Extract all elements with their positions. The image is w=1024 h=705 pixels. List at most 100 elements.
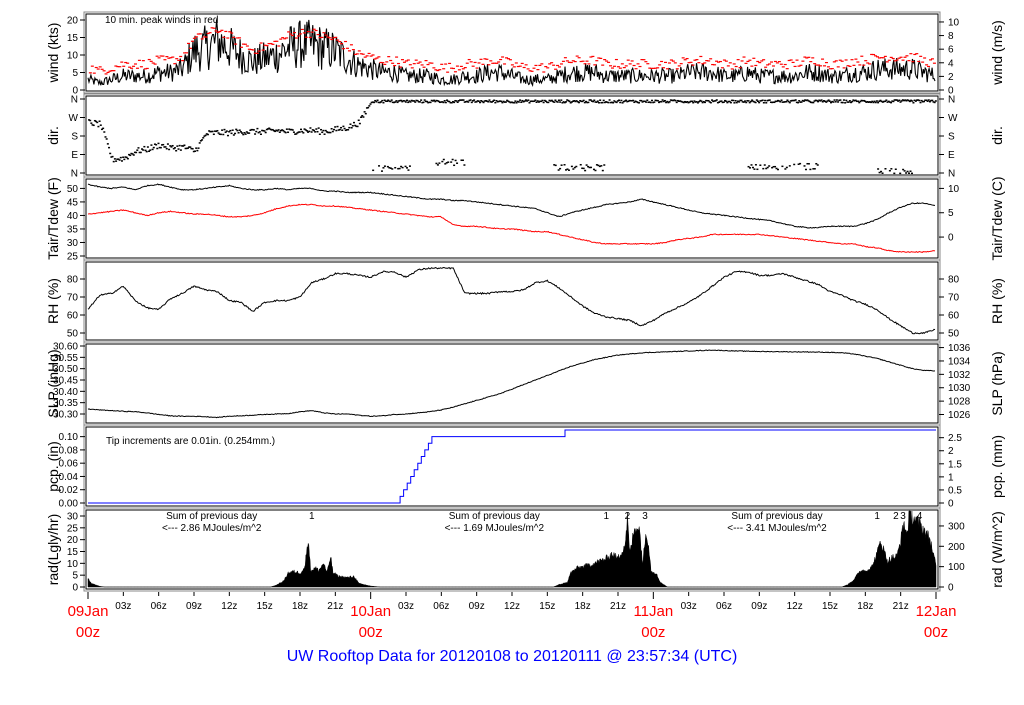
direction-dot bbox=[709, 101, 712, 104]
rh-left-tick-label: 70 bbox=[67, 293, 79, 304]
x-tick-label: 09z bbox=[469, 601, 485, 612]
direction-dot bbox=[226, 134, 229, 137]
x-tick-label: 09z bbox=[751, 601, 767, 612]
rad-right-tick-label: 0 bbox=[948, 583, 954, 594]
direction-dot bbox=[759, 164, 762, 166]
peak-marker-label: 1 bbox=[309, 511, 315, 522]
direction-dot bbox=[885, 99, 888, 101]
direction-dot bbox=[236, 129, 239, 132]
x-tick-label: 21z bbox=[610, 601, 626, 612]
direction-dot bbox=[646, 99, 649, 101]
direction-dot bbox=[159, 146, 162, 149]
direction-dot bbox=[414, 101, 417, 103]
direction-dot bbox=[152, 146, 155, 149]
direction-dot bbox=[602, 99, 605, 102]
direction-dot bbox=[171, 144, 174, 147]
direction-dot bbox=[597, 102, 600, 104]
direction-dot bbox=[364, 112, 367, 115]
direction-dot bbox=[579, 163, 582, 166]
direction-dot bbox=[442, 101, 445, 104]
direction-dot bbox=[663, 99, 666, 102]
direction-dot bbox=[668, 101, 671, 103]
direction-dot bbox=[601, 101, 604, 104]
direction-dot bbox=[143, 145, 146, 148]
direction-dot bbox=[903, 170, 906, 172]
direction-dot bbox=[113, 158, 116, 160]
panel-temp: 25 30 35 40 45 50 0 5 10 Tair/Tdew (F) Tair/Tdew (… bbox=[45, 176, 1005, 262]
pcp-left-tick-label: 0.06 bbox=[59, 459, 79, 470]
panel-rad: 0510152025300100200300rad(Lgly/hr) rad (W… bbox=[45, 507, 1005, 594]
direction-dot bbox=[645, 101, 648, 103]
rad-left-tick-label: 5 bbox=[72, 571, 78, 582]
direction-dot bbox=[732, 99, 735, 102]
pcp-y-axis-label: pcp. (in) bbox=[45, 441, 61, 492]
uw-rooftop-chart: 051015200246810wind (kts) wind (m/s)10 mi… bbox=[45, 11, 1005, 641]
wind-right-tick-label: 6 bbox=[948, 45, 954, 56]
direction-dot bbox=[89, 119, 92, 122]
direction-dot bbox=[725, 100, 728, 102]
direction-dot bbox=[362, 116, 365, 118]
direction-dot bbox=[553, 101, 556, 103]
direction-dot bbox=[766, 166, 769, 169]
pcp-right-tick-label: 1.5 bbox=[948, 459, 962, 470]
direction-dot bbox=[234, 132, 237, 135]
chart-title: UW Rooftop Data for 20120108 to 20120111… bbox=[286, 648, 738, 665]
direction-dot bbox=[749, 167, 752, 169]
direction-dot bbox=[98, 120, 101, 122]
direction-dot bbox=[527, 99, 530, 101]
direction-dot bbox=[528, 102, 531, 104]
direction-dot bbox=[123, 158, 126, 161]
rh-rh-line bbox=[87, 266, 936, 335]
direction-dot bbox=[656, 99, 659, 102]
direction-dot bbox=[567, 169, 570, 171]
wind-right-tick-label: 8 bbox=[948, 31, 954, 42]
direction-dot bbox=[494, 101, 497, 104]
direction-dot bbox=[565, 101, 567, 103]
direction-dot bbox=[136, 149, 139, 151]
direction-dot bbox=[341, 129, 344, 131]
direction-dot bbox=[225, 130, 228, 132]
direction-dot bbox=[278, 131, 281, 133]
direction-dot bbox=[841, 101, 844, 104]
direction-dot bbox=[202, 137, 205, 139]
direction-dot bbox=[751, 166, 754, 169]
direction-dot bbox=[560, 164, 563, 166]
direction-dot bbox=[358, 122, 361, 125]
day-tick-date: 09Jan bbox=[68, 603, 109, 620]
direction-dot bbox=[241, 132, 244, 134]
wind-right-tick-label: 10 bbox=[948, 17, 960, 28]
x-tick-label: 03z bbox=[681, 601, 697, 612]
direction-dot bbox=[754, 101, 757, 104]
direction-dot bbox=[177, 148, 180, 150]
direction-dot bbox=[832, 101, 835, 103]
direction-dot bbox=[340, 126, 343, 129]
daily-sum-note-line2: <--- 3.41 MJoules/m^2 bbox=[727, 523, 827, 534]
direction-dot bbox=[909, 170, 912, 172]
panel-pcp: 0.00 0.02 0.04 0.06 0.08 0.10 0 0.5 1 1.5 2 2.5 pcp.… bbox=[45, 424, 1005, 510]
direction-dot bbox=[745, 101, 748, 104]
direction-dot bbox=[547, 101, 550, 104]
direction-dot bbox=[768, 99, 771, 101]
direction-dot bbox=[409, 101, 412, 103]
tip-increment-note: Tip increments are 0.01in. (0.254mm.) bbox=[106, 436, 275, 447]
direction-dot bbox=[632, 99, 635, 102]
dir-left-tick-label: W bbox=[69, 113, 79, 124]
temp-frame-outer bbox=[83, 176, 941, 261]
x-tick-label: 18z bbox=[575, 601, 591, 612]
wind-speed-line bbox=[87, 19, 936, 88]
direction-dot bbox=[422, 101, 425, 104]
direction-dot bbox=[254, 133, 257, 135]
rh-y-axis-label: RH (%) bbox=[45, 278, 61, 324]
pcp-left-tick-label: 0.02 bbox=[59, 485, 79, 496]
pcp-left-tick-label: 0.00 bbox=[59, 499, 79, 510]
direction-dot bbox=[189, 146, 192, 148]
direction-dot bbox=[599, 99, 602, 101]
x-tick-label: 21z bbox=[893, 601, 909, 612]
direction-dot bbox=[794, 99, 797, 101]
peak-winds-note: 10 min. peak winds in red bbox=[105, 15, 218, 26]
direction-dot bbox=[211, 130, 214, 133]
direction-dot bbox=[395, 100, 398, 102]
panel-slp: 30.3030.3530.4030.4530.5030.5530.6010261… bbox=[45, 341, 1005, 426]
direction-dot bbox=[453, 101, 456, 104]
rh-left-tick-label: 60 bbox=[67, 311, 79, 322]
